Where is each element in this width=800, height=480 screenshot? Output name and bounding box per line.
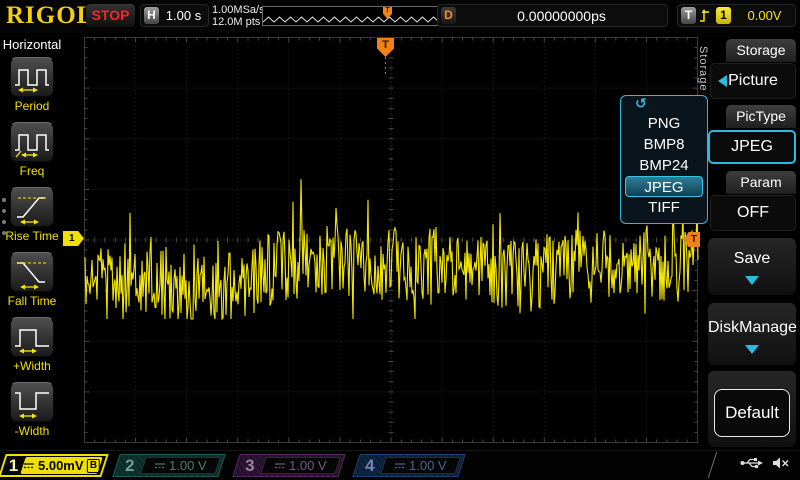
- neg-width-icon: [12, 384, 52, 420]
- dc-coupling-icon: [394, 461, 406, 470]
- channel-1-status[interactable]: 1 5.00mV B: [0, 454, 109, 477]
- popup-option-bmp8[interactable]: BMP8: [625, 134, 703, 155]
- oscilloscope-screen: RIGOL STOP H 1.00 s 1.00MSa/s 12.0M pts …: [0, 0, 800, 480]
- storage-menu-title: Storage: [726, 39, 796, 62]
- page-dot: [2, 220, 6, 224]
- menu-item-rise-time[interactable]: Rise Time: [0, 187, 64, 252]
- channel-3-number: 3: [237, 456, 263, 476]
- menu-item-fall-time[interactable]: Fall Time: [0, 252, 64, 317]
- system-status-icons: [740, 456, 790, 470]
- storage-type-value: Picture: [728, 72, 778, 90]
- save-softkey[interactable]: Save: [708, 238, 796, 295]
- channel-3-status[interactable]: 3 1.00 V: [232, 454, 345, 477]
- dc-coupling-icon: [274, 461, 286, 470]
- default-softkey-group: Default: [708, 371, 796, 447]
- channel-4-status[interactable]: 4 1.00 V: [352, 454, 465, 477]
- menu-item-period[interactable]: Period: [0, 57, 64, 122]
- diskmanage-label: DiskManage: [708, 319, 796, 337]
- storage-type-softkey[interactable]: Picture: [710, 63, 796, 99]
- popup-option-jpeg-selected[interactable]: JPEG: [625, 176, 703, 197]
- graticule-and-waveform: [0, 0, 800, 480]
- page-dot: [2, 209, 6, 213]
- rise-time-icon: [12, 189, 52, 225]
- default-button[interactable]: Default: [714, 389, 790, 437]
- channel-2-scale: 1.00 V: [140, 457, 221, 474]
- page-dot: [2, 198, 6, 202]
- period-icon: [12, 59, 52, 95]
- pos-width-icon: [12, 319, 52, 355]
- channel-2-number: 2: [117, 456, 143, 476]
- channel-1-number: 1: [4, 456, 23, 476]
- fall-time-icon: [12, 254, 52, 290]
- popup-option-bmp24[interactable]: BMP24: [625, 155, 703, 176]
- menu-item-freq[interactable]: Freq: [0, 122, 64, 187]
- menu-tab-vertical-label: Storage: [697, 46, 709, 92]
- pictype-softkey[interactable]: JPEG: [708, 130, 796, 164]
- pictype-popup-menu: ↺ PNG BMP8 BMP24 JPEG TIFF: [620, 95, 708, 224]
- channel-1-scale: 5.00mV B: [20, 457, 102, 474]
- submenu-down-arrow-icon: [745, 276, 759, 285]
- pictype-value: JPEG: [731, 138, 773, 156]
- channel-3-scale: 1.00 V: [260, 457, 341, 474]
- cycle-arrow-icon: ↺: [635, 96, 707, 113]
- dc-coupling-icon: [23, 461, 35, 470]
- bandwidth-limit-badge: B: [87, 459, 100, 473]
- submenu-down-arrow-icon: [745, 345, 759, 354]
- dc-coupling-icon: [154, 461, 166, 470]
- menu-item-neg-width[interactable]: -Width: [0, 382, 64, 447]
- select-left-arrow-icon: [718, 75, 727, 87]
- left-menu-title: Horizontal: [0, 37, 64, 52]
- page-dot: [2, 231, 6, 235]
- param-softkey[interactable]: OFF: [710, 195, 796, 231]
- popup-option-tiff[interactable]: TIFF: [625, 197, 703, 218]
- save-label: Save: [708, 250, 796, 268]
- popup-option-png[interactable]: PNG: [625, 113, 703, 134]
- menu-item-pos-width[interactable]: +Width: [0, 317, 64, 382]
- horizontal-measure-menu: Horizontal Period Freq: [0, 35, 64, 447]
- channel-4-scale: 1.00 V: [380, 457, 461, 474]
- param-value: OFF: [737, 204, 769, 222]
- speaker-muted-icon: [772, 456, 790, 470]
- diskmanage-softkey[interactable]: DiskManage: [708, 303, 796, 365]
- param-label: Param: [726, 171, 796, 194]
- usb-icon: [740, 456, 764, 470]
- channel-4-number: 4: [357, 456, 383, 476]
- freq-icon: [12, 124, 52, 160]
- pictype-label: PicType: [726, 105, 796, 128]
- channel-2-status[interactable]: 2 1.00 V: [112, 454, 225, 477]
